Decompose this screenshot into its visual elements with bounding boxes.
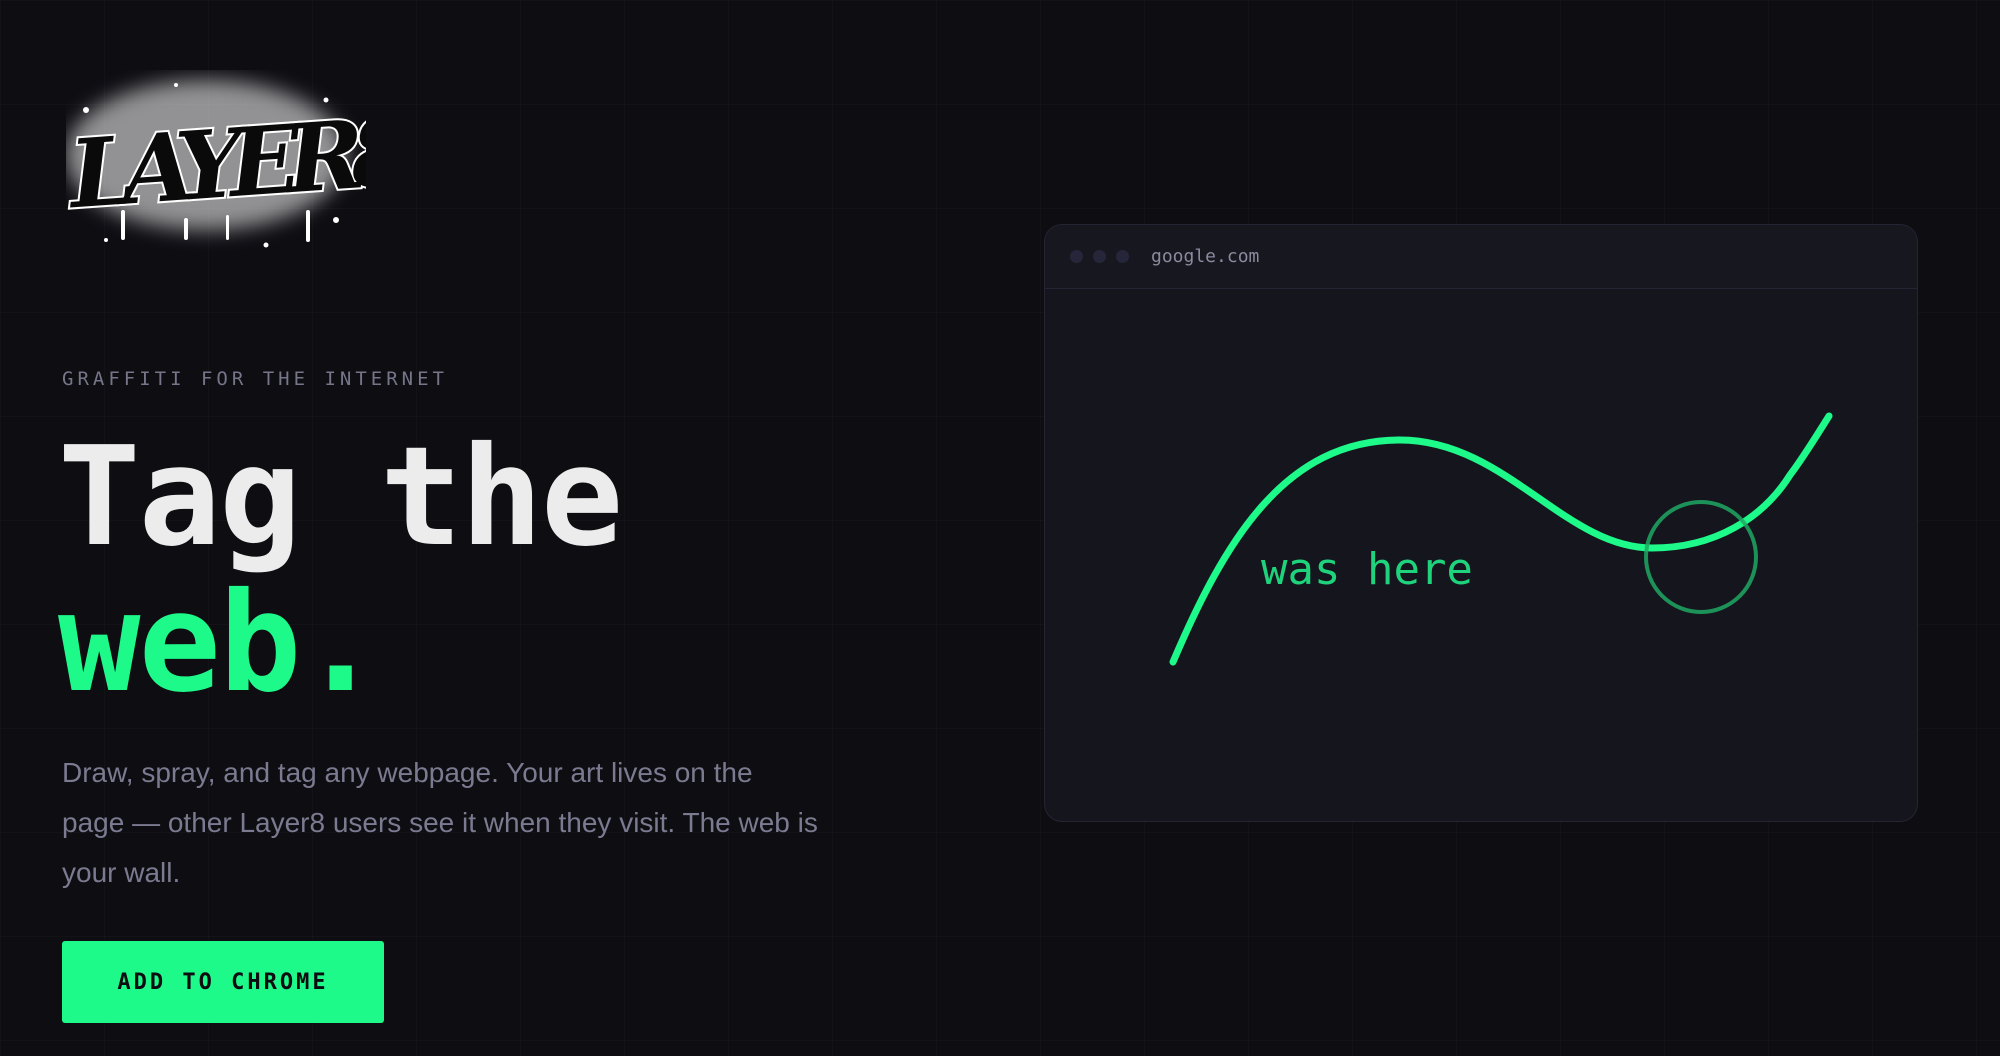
headline-line-1: Tag the xyxy=(58,418,623,577)
window-dot-close xyxy=(1070,250,1083,263)
spray-stroke xyxy=(1169,412,1833,666)
headline-line-2: web. xyxy=(58,564,382,723)
hero-eyebrow: GRAFFITI FOR THE INTERNET xyxy=(62,368,448,390)
browser-titlebar: google.com xyxy=(1045,225,1917,289)
window-dot-maximize xyxy=(1116,250,1129,263)
hero-headline: Tag the web. xyxy=(58,418,623,723)
drawing-canvas xyxy=(1169,412,1833,666)
cursor-circle-icon xyxy=(1644,500,1758,614)
window-dot-minimize xyxy=(1093,250,1106,263)
browser-mockup: google.com was here xyxy=(1044,224,1918,822)
browser-url: google.com xyxy=(1151,246,1260,267)
add-to-chrome-button[interactable]: ADD TO CHROME xyxy=(62,941,384,1023)
hero-description: Draw, spray, and tag any webpage. Your a… xyxy=(62,757,818,888)
svg-text:LAYER8: LAYER8 xyxy=(66,97,366,231)
layer8-logo: LAYER8 xyxy=(66,80,366,248)
tag-text: was here xyxy=(1261,544,1473,595)
